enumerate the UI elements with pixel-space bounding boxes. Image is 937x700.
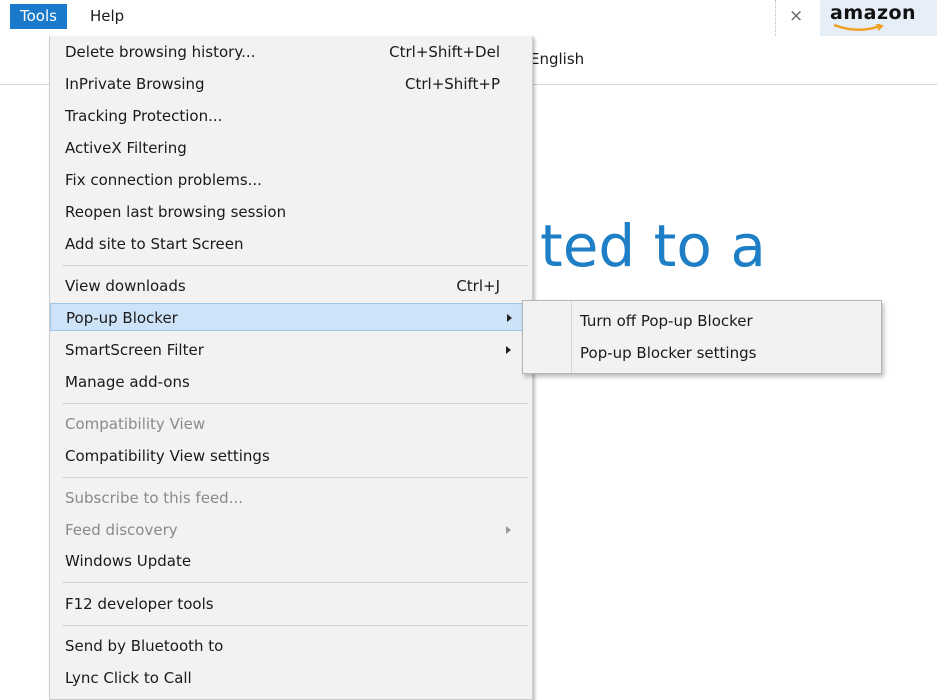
menu-item-reopen-session[interactable]: Reopen last browsing session xyxy=(50,198,532,226)
menu-item-label: Compatibility View xyxy=(65,415,206,433)
menu-item-label: InPrivate Browsing xyxy=(65,75,205,93)
menu-item-label: Reopen last browsing session xyxy=(65,203,287,221)
menu-item-label: Fix connection problems... xyxy=(65,171,262,189)
submenu-item-settings[interactable]: Pop-up Blocker settings xyxy=(523,337,881,369)
menu-item-subscribe-feed[interactable]: Subscribe to this feed... xyxy=(50,484,532,512)
menu-item-send-bluetooth[interactable]: Send by Bluetooth to xyxy=(50,632,532,660)
menu-item-label: Feed discovery xyxy=(65,521,178,539)
menu-separator xyxy=(62,477,528,478)
menu-item-view-downloads[interactable]: View downloads Ctrl+J xyxy=(50,272,532,300)
menu-item-label: ActiveX Filtering xyxy=(65,139,187,157)
menu-item-label: Lync Click to Call xyxy=(65,669,192,687)
menu-item-label: Compatibility View settings xyxy=(65,447,270,465)
menu-item-shortcut: Ctrl+Shift+P xyxy=(405,75,500,93)
menu-item-label: Pop-up Blocker settings xyxy=(580,344,757,362)
submenu-arrow-icon xyxy=(507,314,512,322)
menu-item-inprivate[interactable]: InPrivate Browsing Ctrl+Shift+P xyxy=(50,70,532,98)
menu-item-tracking-protection[interactable]: Tracking Protection... xyxy=(50,102,532,130)
menu-item-label: Windows Update xyxy=(65,552,192,570)
submenu-arrow-icon xyxy=(506,346,511,354)
menu-separator xyxy=(62,265,528,266)
menu-help[interactable]: Help xyxy=(80,4,134,29)
menu-item-label: SmartScreen Filter xyxy=(65,341,204,359)
amazon-logo: amazon xyxy=(830,2,917,24)
menu-item-label: View downloads xyxy=(65,277,186,295)
menu-item-delete-history[interactable]: Delete browsing history... Ctrl+Shift+De… xyxy=(50,38,532,66)
tab-separator xyxy=(775,0,776,36)
menu-item-activex-filtering[interactable]: ActiveX Filtering xyxy=(50,134,532,162)
menu-item-shortcut: Ctrl+J xyxy=(456,277,500,295)
popup-blocker-submenu: Turn off Pop-up Blocker Pop-up Blocker s… xyxy=(522,300,882,374)
menu-separator xyxy=(62,625,528,626)
menu-item-label: Add site to Start Screen xyxy=(65,235,244,253)
menu-item-manage-addons[interactable]: Manage add-ons xyxy=(50,368,532,396)
menu-item-label: F12 developer tools xyxy=(65,595,214,613)
menu-item-lync-call[interactable]: Lync Click to Call xyxy=(50,664,532,692)
menu-bar: Tools Help × amazon xyxy=(0,0,937,36)
submenu-arrow-icon xyxy=(506,526,511,534)
menu-separator xyxy=(62,582,528,583)
menu-item-f12-tools[interactable]: F12 developer tools xyxy=(50,590,532,618)
menu-item-popup-blocker[interactable]: Pop-up Blocker xyxy=(50,303,532,331)
menu-item-windows-update[interactable]: Windows Update xyxy=(50,547,532,575)
menu-tools[interactable]: Tools xyxy=(10,4,67,29)
menu-item-compat-settings[interactable]: Compatibility View settings xyxy=(50,442,532,470)
language-link[interactable]: English xyxy=(530,50,584,68)
menu-item-label: Turn off Pop-up Blocker xyxy=(580,312,753,330)
submenu-item-turn-off[interactable]: Turn off Pop-up Blocker xyxy=(523,305,881,337)
menu-item-label: Manage add-ons xyxy=(65,373,190,391)
menu-item-label: Send by Bluetooth to xyxy=(65,637,224,655)
menu-item-add-to-start[interactable]: Add site to Start Screen xyxy=(50,230,532,258)
menu-item-smartscreen[interactable]: SmartScreen Filter xyxy=(50,336,532,364)
menu-item-label: Subscribe to this feed... xyxy=(65,489,243,507)
menu-item-fix-connection[interactable]: Fix connection problems... xyxy=(50,166,532,194)
menu-item-label: Pop-up Blocker xyxy=(66,309,178,327)
menu-item-feed-discovery[interactable]: Feed discovery xyxy=(50,516,532,544)
close-tab-icon[interactable]: × xyxy=(789,6,803,26)
amazon-smile-icon xyxy=(833,24,884,31)
menu-separator xyxy=(62,403,528,404)
menu-item-compat-view[interactable]: Compatibility View xyxy=(50,410,532,438)
page-heading: ted to a xyxy=(540,212,766,280)
tab-amazon[interactable]: amazon xyxy=(820,0,937,36)
tools-menu: Delete browsing history... Ctrl+Shift+De… xyxy=(49,36,533,700)
menu-item-label: Tracking Protection... xyxy=(65,107,223,125)
menu-item-shortcut: Ctrl+Shift+Del xyxy=(389,43,500,61)
menu-item-label: Delete browsing history... xyxy=(65,43,256,61)
